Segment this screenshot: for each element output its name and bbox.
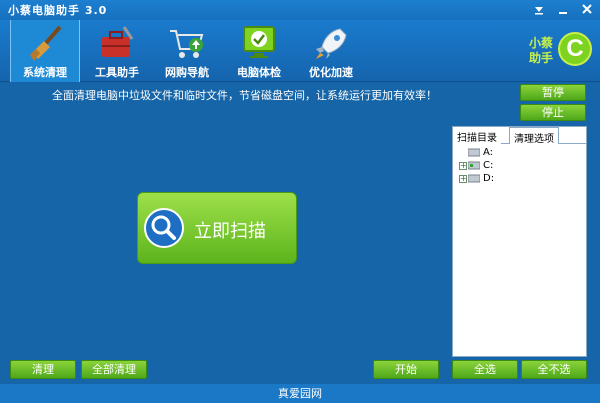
scan-directory-panel: 扫描目录 清理选项 A: + C: + D: <box>452 126 587 357</box>
drive-label: C: <box>483 160 494 171</box>
tree-item-a[interactable]: A: <box>459 146 586 159</box>
tab-shopping-nav[interactable]: 网购导航 <box>152 20 222 82</box>
rocket-icon <box>316 28 347 59</box>
minimize-icon[interactable] <box>556 2 570 16</box>
drive-label: A: <box>483 147 494 158</box>
tab-optimize[interactable]: 优化加速 <box>296 20 366 82</box>
start-button[interactable]: 开始 <box>373 360 439 379</box>
tab-label: 工具助手 <box>95 66 139 79</box>
brand-line1: 小蔡 <box>528 36 553 50</box>
select-all-button[interactable]: 全选 <box>452 360 518 379</box>
info-text: 全面清理电脑中垃圾文件和临时文件，节省磁盘空间，让系统运行更加有效率！ <box>52 89 437 102</box>
tab-system-clean[interactable]: 系统清理 <box>10 20 80 82</box>
tab-tools[interactable]: 工具助手 <box>82 20 152 82</box>
pause-button[interactable]: 暂停 <box>520 84 586 101</box>
magnifier-icon <box>144 208 184 248</box>
brand-line2: 助手 <box>528 51 553 65</box>
title-bar: 小蔡电脑助手 3.0 <box>0 0 600 20</box>
broom-icon <box>30 25 62 61</box>
main-toolbar: 系统清理 工具助手 网购导航 电脑体检 优化加速 小蔡 助手 C <box>0 20 600 82</box>
brand-logo: 小蔡 助手 C <box>526 32 592 76</box>
shopping-cart-icon <box>170 30 204 58</box>
window-controls <box>532 2 594 16</box>
tab-scan-directory[interactable]: 扫描目录 <box>453 127 501 144</box>
tab-label: 优化加速 <box>309 66 353 79</box>
drive-label: D: <box>483 173 495 184</box>
expand-icon[interactable]: + <box>459 161 467 170</box>
clean-all-button[interactable]: 全部清理 <box>81 360 147 379</box>
tab-label: 电脑体检 <box>237 66 281 79</box>
panel-tabs: 扫描目录 清理选项 <box>453 127 586 145</box>
brand-text: 小蔡 助手 <box>526 36 556 66</box>
disk-drive-icon <box>468 161 480 170</box>
disk-drive-icon <box>468 174 480 183</box>
tab-pc-checkup[interactable]: 电脑体检 <box>224 20 294 82</box>
tab-clean-options[interactable]: 清理选项 <box>509 127 559 145</box>
c-logo-icon: C <box>558 32 592 66</box>
monitor-check-icon <box>243 26 275 58</box>
tab-label: 系统清理 <box>23 66 67 79</box>
floppy-drive-icon <box>468 148 480 157</box>
select-none-button[interactable]: 全不选 <box>521 360 587 379</box>
tree-item-c[interactable]: + C: <box>459 159 586 172</box>
drive-tree: A: + C: + D: <box>453 144 586 185</box>
tab-label: 网购导航 <box>165 66 209 79</box>
clean-button[interactable]: 清理 <box>10 360 76 379</box>
status-bar: 真爱园网 <box>0 384 600 403</box>
toolbox-icon <box>102 26 134 57</box>
menu-dropdown-icon[interactable] <box>532 2 546 16</box>
status-link[interactable]: 真爱园网 <box>278 387 322 400</box>
window-title: 小蔡电脑助手 3.0 <box>8 4 108 17</box>
scan-label: 立即扫描 <box>194 221 266 242</box>
stop-button[interactable]: 停止 <box>520 104 586 121</box>
tree-item-d[interactable]: + D: <box>459 172 586 185</box>
close-icon[interactable] <box>580 2 594 16</box>
expand-icon[interactable]: + <box>459 174 467 183</box>
scan-now-button[interactable]: 立即扫描 <box>137 192 297 264</box>
